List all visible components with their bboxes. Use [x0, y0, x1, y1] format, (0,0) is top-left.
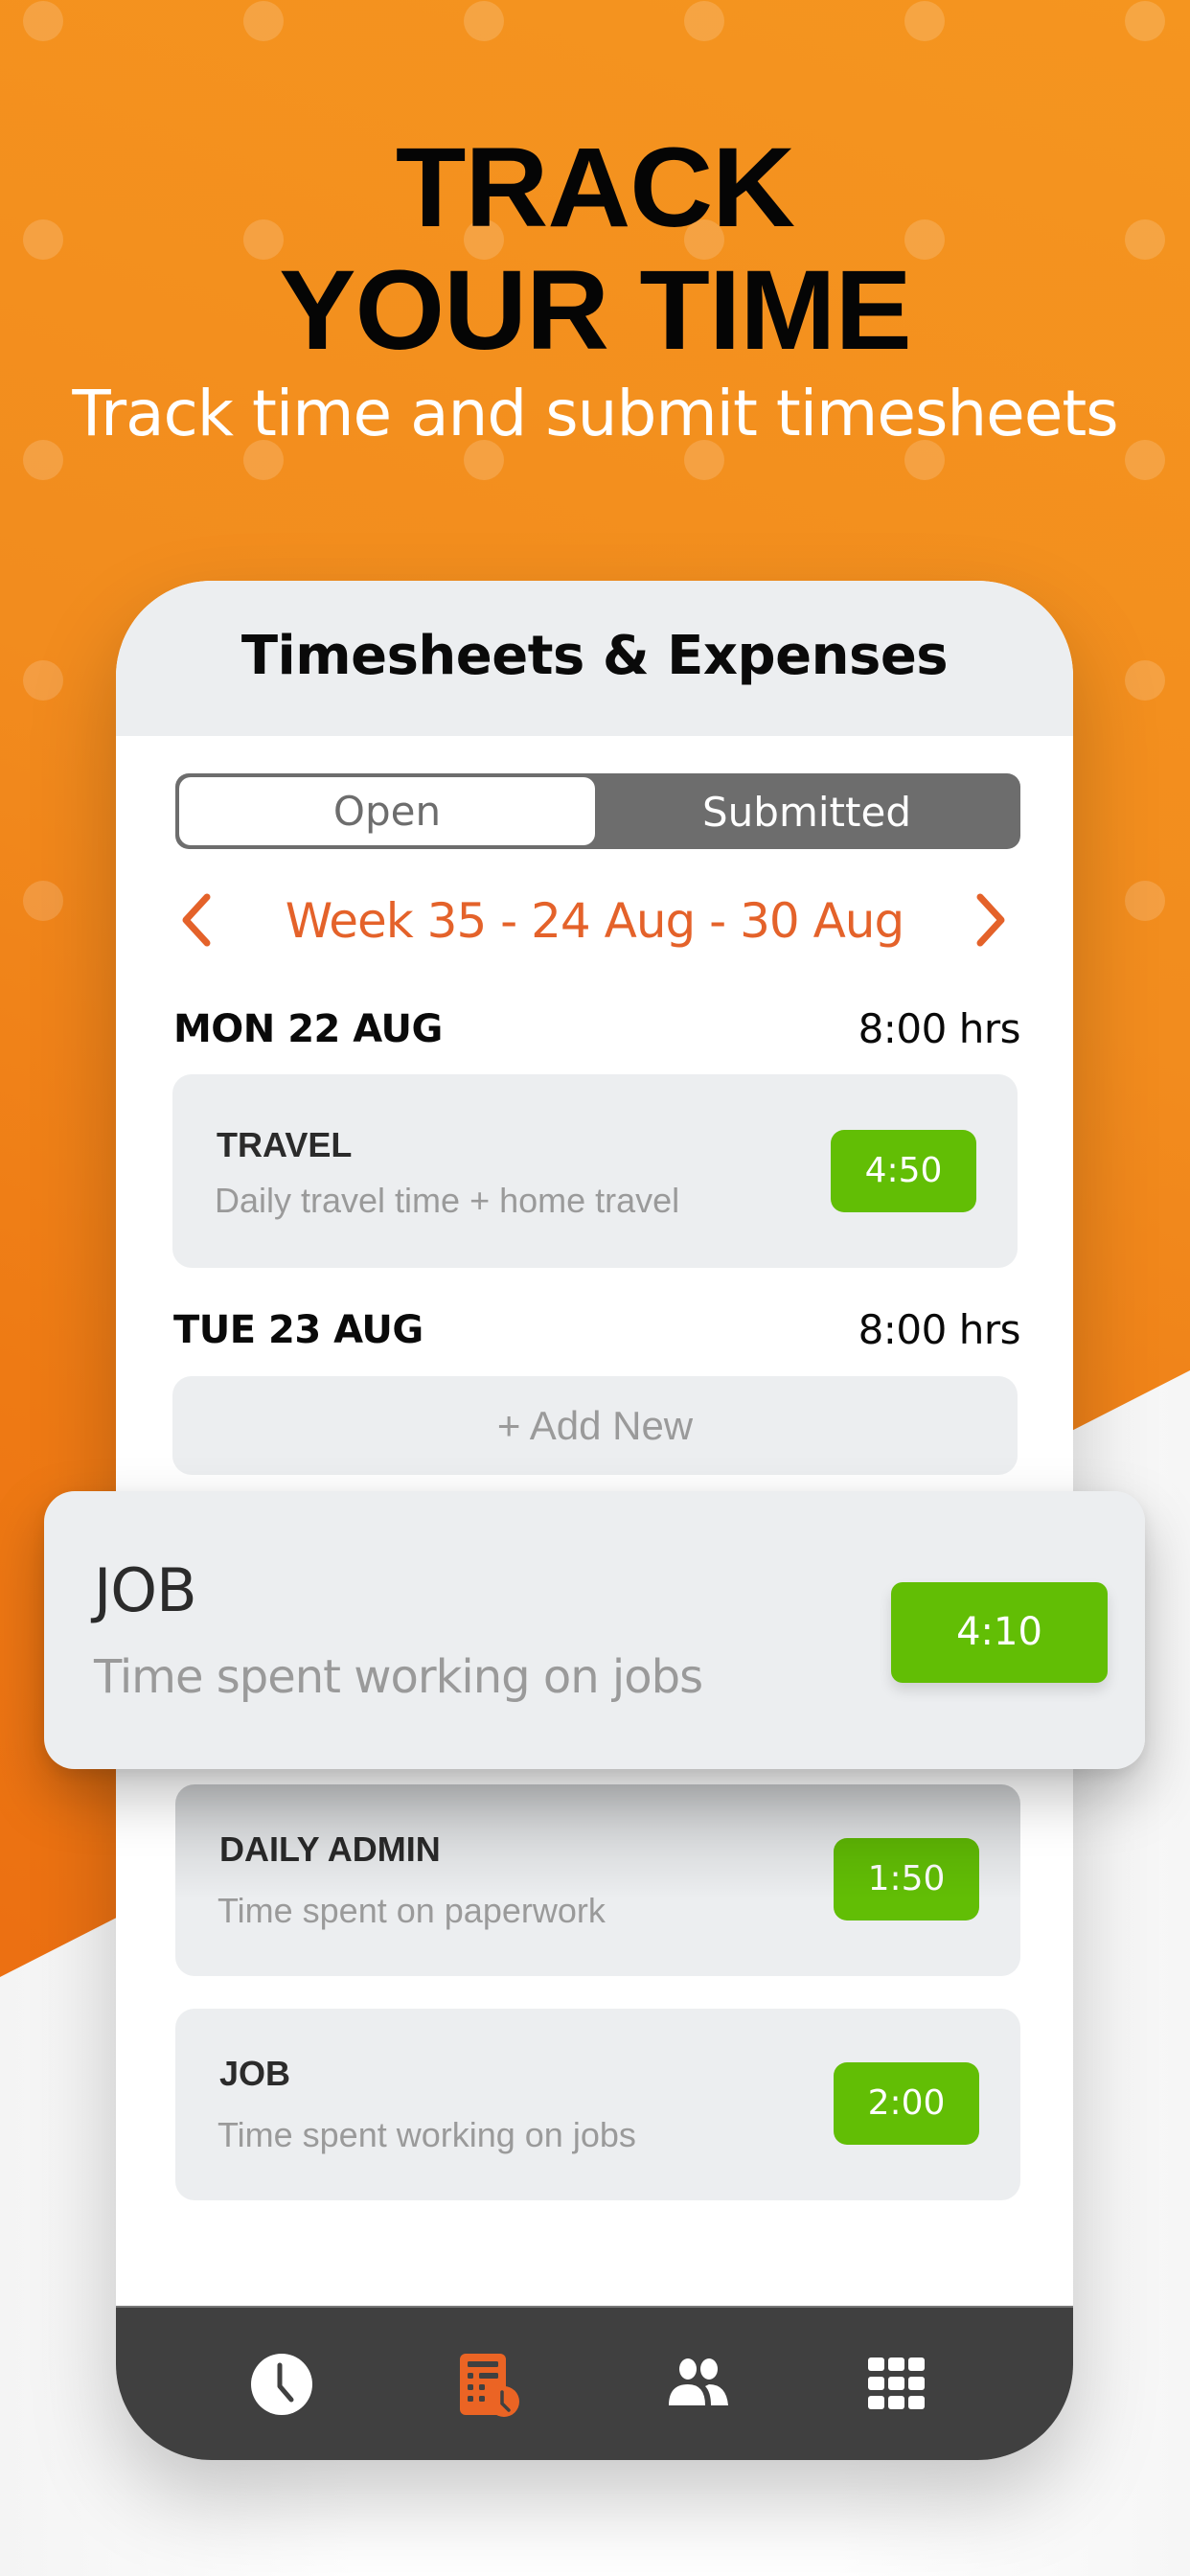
- day-header-mon: MON 22 AUG 8:00 hrs: [173, 1000, 1021, 1058]
- chevron-right-icon: [976, 893, 1005, 947]
- clock-icon: [251, 2354, 312, 2415]
- nav-more-apps[interactable]: [858, 2346, 935, 2423]
- tab-open[interactable]: Open: [179, 777, 595, 845]
- week-label: Week 35 - 24 Aug - 30 Aug: [285, 893, 904, 949]
- next-week-button[interactable]: [974, 893, 1007, 947]
- app-title: Timesheets & Expenses: [240, 625, 949, 687]
- background-dot: [1125, 1, 1165, 41]
- nav-team[interactable]: [659, 2346, 736, 2423]
- background-dot: [1125, 881, 1165, 921]
- entry-title: DAILY ADMIN: [219, 1829, 441, 1869]
- entry-description: Time spent on paperwork: [217, 1891, 606, 1930]
- time-entry-job-highlighted[interactable]: JOB Time spent working on jobs 4:10: [44, 1491, 1145, 1769]
- hero-subtitle: Track time and submit timesheets: [72, 377, 1118, 450]
- background-dot: [23, 881, 63, 921]
- nav-timesheets[interactable]: [448, 2346, 525, 2423]
- day-name: MON 22 AUG: [173, 1007, 443, 1051]
- background-dot: [243, 1, 284, 41]
- timesheet-calculator-icon: [460, 2354, 519, 2417]
- time-entry-daily-admin[interactable]: DAILY ADMIN Time spent on paperwork 1:50: [175, 1784, 1020, 1976]
- background-dot: [684, 1, 724, 41]
- entry-description: Time spent working on jobs: [217, 2115, 636, 2154]
- background-dot: [1125, 660, 1165, 701]
- background-dot: [904, 1, 945, 41]
- entry-title: JOB: [94, 1555, 197, 1625]
- hero-title-line-1: TRACK: [395, 125, 795, 251]
- status-segmented-control: Open Submitted: [175, 773, 1020, 849]
- background-dot: [23, 660, 63, 701]
- add-new-entry-button[interactable]: + Add New: [172, 1376, 1018, 1475]
- entry-description: Time spent working on jobs: [94, 1650, 703, 1704]
- entry-duration-badge: 4:50: [831, 1130, 976, 1212]
- day-total-hours: 8:00 hrs: [858, 1005, 1021, 1052]
- day-name: TUE 23 AUG: [173, 1308, 423, 1352]
- entry-description: Daily travel time + home travel: [215, 1181, 680, 1220]
- bottom-navigation-bar: [116, 2306, 1073, 2460]
- entry-title: JOB: [219, 2054, 291, 2093]
- hero-title: TRACK YOUR TIME: [0, 126, 1190, 372]
- background-dot: [464, 1, 504, 41]
- background-dot: [23, 1, 63, 41]
- app-header: Timesheets & Expenses: [116, 581, 1073, 736]
- day-total-hours: 8:00 hrs: [858, 1306, 1021, 1353]
- entry-duration-badge: 4:10: [891, 1582, 1108, 1683]
- day-header-tue: TUE 23 AUG 8:00 hrs: [173, 1301, 1021, 1359]
- grid-menu-icon: [868, 2358, 925, 2409]
- week-navigator: Week 35 - 24 Aug - 30 Aug: [116, 880, 1073, 966]
- people-icon: [669, 2358, 728, 2405]
- entry-title: TRAVEL: [217, 1125, 353, 1164]
- time-entry-travel[interactable]: TRAVEL Daily travel time + home travel 4…: [172, 1074, 1018, 1268]
- entry-duration-badge: 2:00: [834, 2062, 979, 2145]
- tab-submitted[interactable]: Submitted: [597, 777, 1017, 845]
- hero-title-line-2: YOUR TIME: [279, 247, 912, 374]
- time-entry-job[interactable]: JOB Time spent working on jobs 2:00: [175, 2009, 1020, 2200]
- entry-duration-badge: 1:50: [834, 1838, 979, 1920]
- nav-time-clock[interactable]: [243, 2346, 320, 2423]
